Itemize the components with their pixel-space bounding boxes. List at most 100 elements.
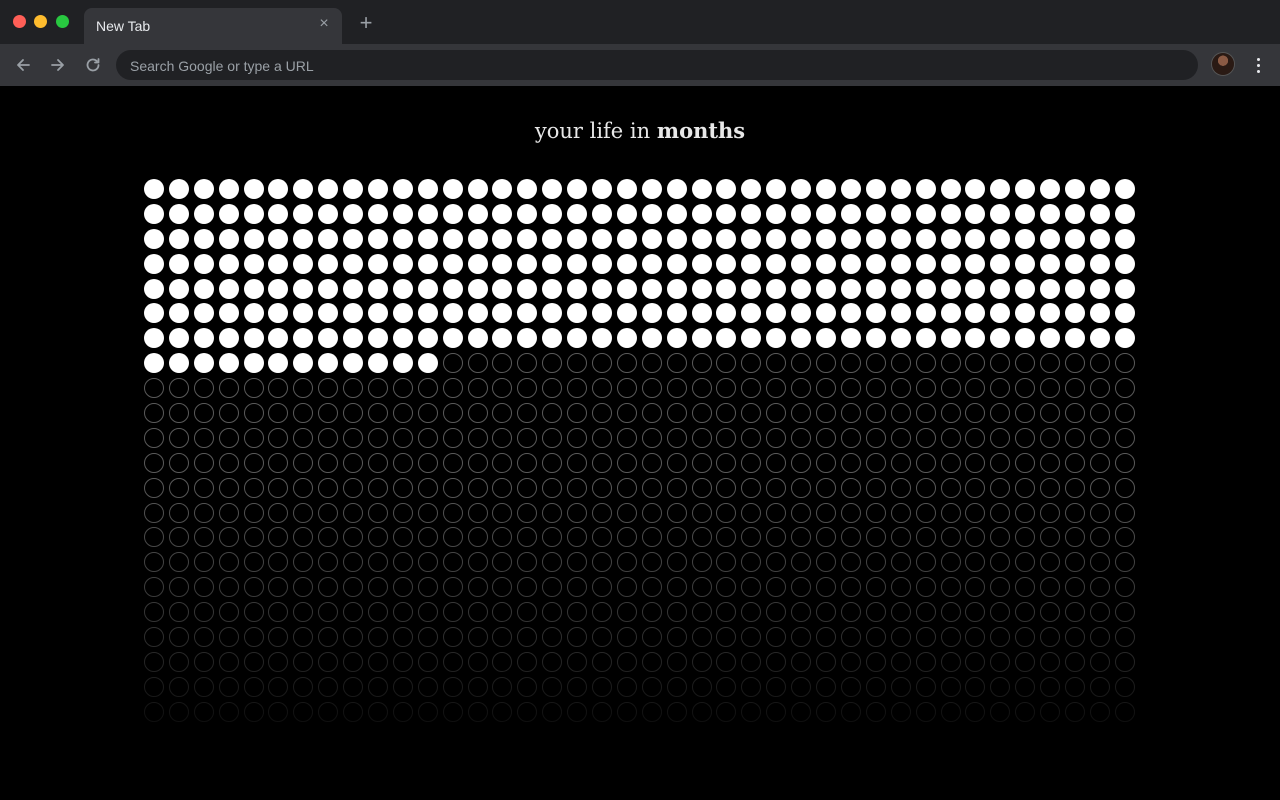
month-dot-lived [666,278,687,299]
month-dot-future [641,701,662,722]
month-dot-lived [467,179,488,199]
month-dot-future [442,427,463,448]
month-dot-future [840,701,861,722]
month-dot-future [791,602,812,623]
month-dot-lived [1089,278,1110,299]
month-dot-lived [168,253,189,274]
month-dot-future [1015,676,1036,697]
month-dot-future [716,676,737,697]
month-dot-lived [816,303,837,324]
month-dot-future [616,477,637,498]
month-dot-future [193,676,214,697]
forward-icon[interactable] [46,53,70,77]
month-dot-future [392,651,413,672]
profile-avatar[interactable] [1212,53,1234,75]
month-dot-lived [592,203,613,224]
month-dot-lived [965,303,986,324]
month-dot-future [865,502,886,523]
active-tab[interactable]: New Tab × [84,8,342,44]
close-window-button[interactable] [13,15,26,28]
month-dot-lived [691,203,712,224]
month-dot-future [1089,701,1110,722]
month-dot-future [1064,452,1085,473]
month-dot-future [990,527,1011,548]
month-dot-lived [318,203,339,224]
month-dot-future [492,403,513,424]
month-dot-future [890,602,911,623]
month-dot-future [567,676,588,697]
month-dot-future [766,477,787,498]
month-dot-future [392,577,413,598]
month-dot-future [567,477,588,498]
month-dot-future [840,502,861,523]
month-dot-lived [567,203,588,224]
month-dot-future [1015,552,1036,573]
month-dot-lived [318,253,339,274]
month-dot-future [840,403,861,424]
month-dot-future [1089,477,1110,498]
month-dot-future [965,403,986,424]
month-dot-future [766,378,787,399]
reload-icon[interactable] [81,53,105,77]
month-dot-future [168,403,189,424]
back-icon[interactable] [11,53,35,77]
month-dot-future [567,427,588,448]
month-dot-future [144,527,164,548]
month-dot-lived [990,303,1011,324]
month-dot-lived [1114,328,1135,349]
close-tab-icon[interactable]: × [316,16,332,32]
month-dot-future [1015,527,1036,548]
month-dot-lived [791,228,812,249]
month-dot-future [766,353,787,374]
month-dot-future [840,477,861,498]
month-dot-future [1064,378,1085,399]
month-dot-lived [1015,228,1036,249]
month-dot-lived [741,303,762,324]
minimize-window-button[interactable] [34,15,47,28]
month-dot-future [1064,552,1085,573]
month-dot-future [1114,552,1135,573]
month-dot-lived [890,303,911,324]
month-dot-future [791,403,812,424]
month-dot-future [1114,577,1135,598]
month-dot-future [1064,676,1085,697]
address-input[interactable] [128,50,1182,82]
month-dot-future [641,378,662,399]
month-dot-future [218,378,239,399]
month-dot-lived [368,353,389,374]
month-dot-lived [766,228,787,249]
address-bar[interactable] [116,50,1198,82]
month-dot-future [442,378,463,399]
month-dot-future [641,577,662,598]
month-dot-future [492,427,513,448]
month-dot-future [592,378,613,399]
month-dot-future [816,651,837,672]
month-dot-future [368,627,389,648]
maximize-window-button[interactable] [56,15,69,28]
month-dot-lived [467,328,488,349]
month-dot-lived [616,303,637,324]
month-dot-future [816,378,837,399]
month-dot-lived [741,278,762,299]
month-dot-lived [940,328,961,349]
browser-menu-icon[interactable] [1248,54,1268,76]
month-dot-future [816,627,837,648]
month-dot-future [716,403,737,424]
month-dot-future [1015,502,1036,523]
month-dot-future [442,577,463,598]
month-dot-future [268,577,289,598]
month-dot-future [144,676,164,697]
month-dot-future [542,502,563,523]
month-dot-future [343,452,364,473]
month-dot-lived [567,228,588,249]
month-dot-future [716,651,737,672]
month-dot-future [467,676,488,697]
month-dot-future [492,527,513,548]
month-dot-future [243,477,264,498]
month-dot-lived [1040,179,1061,199]
month-dot-future [368,701,389,722]
month-dot-lived [368,328,389,349]
month-dot-future [567,353,588,374]
month-dot-lived [417,203,438,224]
new-tab-icon[interactable]: + [355,12,377,34]
